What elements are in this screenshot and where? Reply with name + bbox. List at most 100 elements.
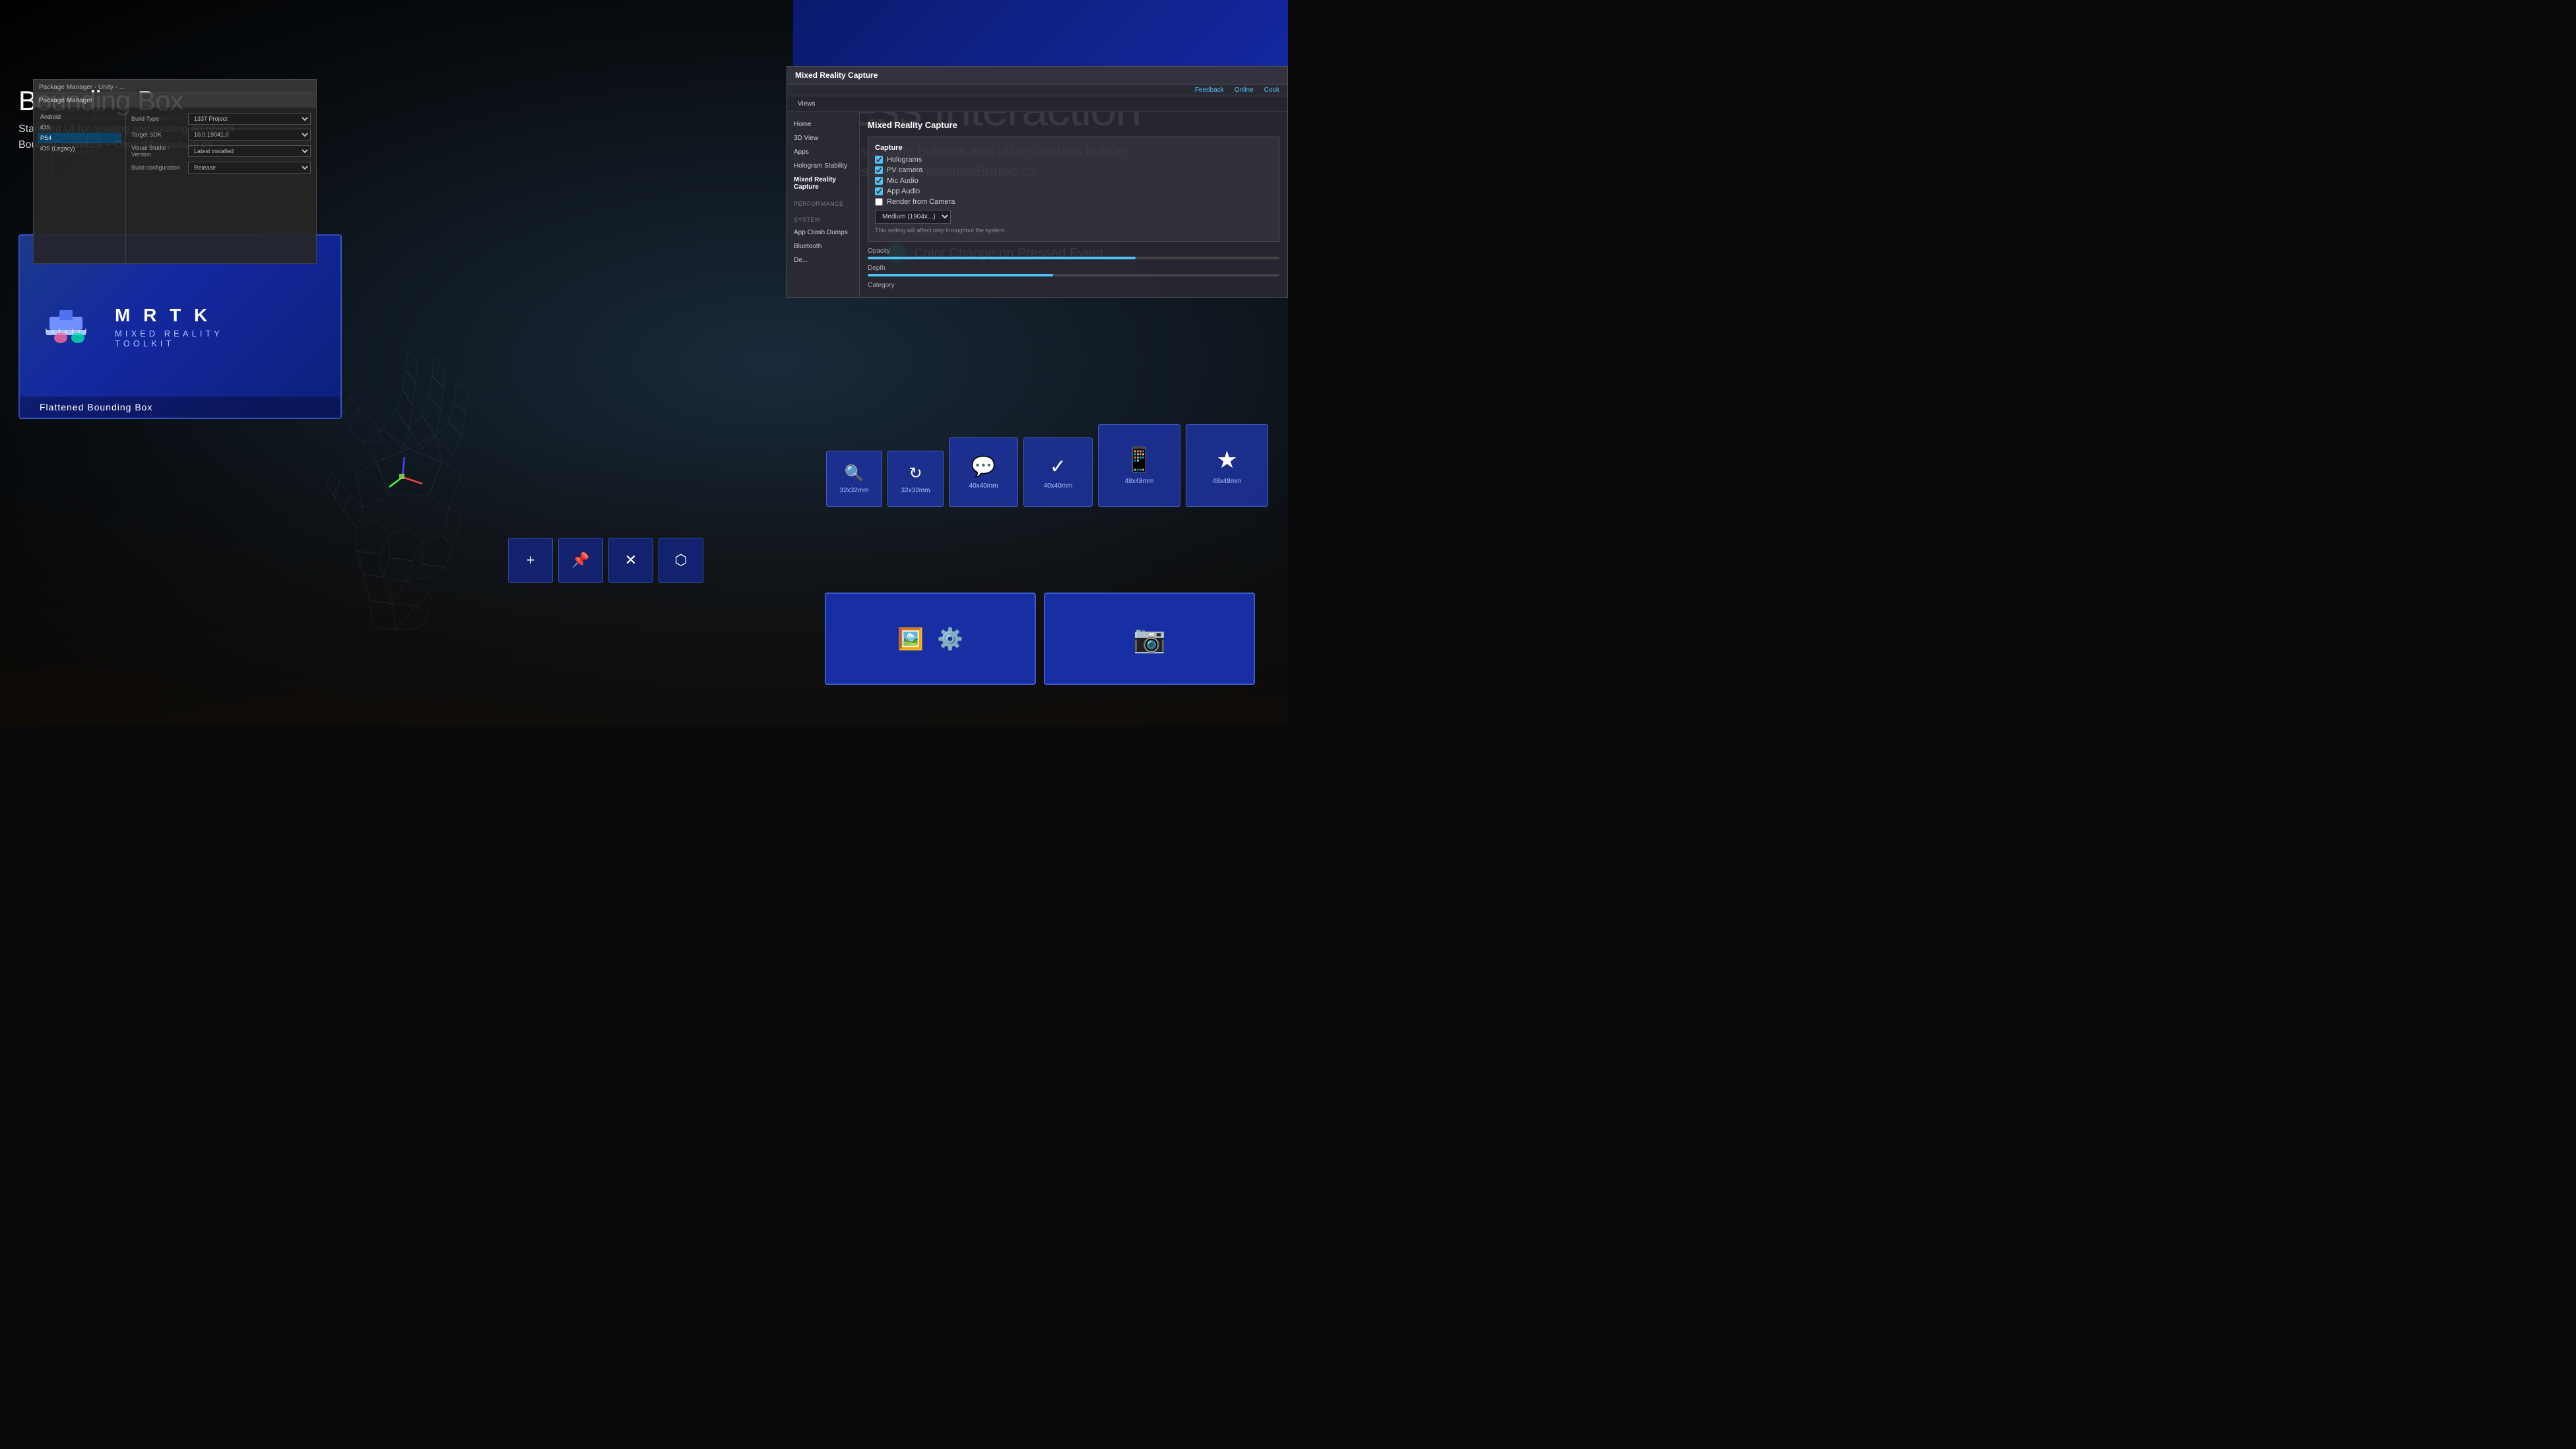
nav-group-system: System xyxy=(787,214,859,226)
pkg-vs-row: Visual Studio Version Latest installed xyxy=(131,145,311,158)
depth-slider-fill xyxy=(868,274,1053,276)
holograms-row: Holograms xyxy=(875,156,1272,164)
render-camera-checkbox[interactable] xyxy=(875,198,883,206)
holograms-label: Holograms xyxy=(887,156,922,164)
mr-button-check-40[interactable]: ✓ 40x40mm xyxy=(1023,437,1093,507)
mrc-feedback-bar: Feedback Online Cook xyxy=(787,84,1287,96)
pkg-item-android[interactable]: Android xyxy=(38,112,121,122)
pkg-content: Android iOS PS4 iOS (Legacy) Build Type … xyxy=(34,108,316,263)
app-audio-checkbox[interactable] xyxy=(875,187,883,195)
mr-button-phone-48[interactable]: 📱 48x48mm xyxy=(1098,424,1180,507)
check-label: 40x40mm xyxy=(1044,482,1073,490)
pkg-vs-dropdown[interactable]: Latest installed xyxy=(188,145,311,157)
pv-camera-checkbox[interactable] xyxy=(875,166,883,174)
refresh-label: 32x32mm xyxy=(901,487,930,494)
object-icon: ⬡ xyxy=(674,552,687,569)
pkg-vs-label: Visual Studio Version xyxy=(131,145,184,158)
resolution-row: Medium (1904x...) xyxy=(875,210,1272,224)
toolbar-pin-btn[interactable]: 📌 xyxy=(558,538,603,583)
pv-camera-label: PV camera xyxy=(887,166,922,174)
search-label: 32x32mm xyxy=(840,487,869,494)
render-camera-label: Render from Camera xyxy=(887,198,955,206)
mrc-panel: Mixed Reality Capture Feedback Online Co… xyxy=(787,66,1288,298)
mrtk-title: M R T K xyxy=(115,305,223,326)
toolbar-close-btn[interactable]: ✕ xyxy=(608,538,653,583)
slider-label-2: Depth xyxy=(868,265,1279,272)
phone-icon: 📱 xyxy=(1124,446,1154,474)
mr-button-chat-40[interactable]: 💬 40x40mm xyxy=(949,437,1018,507)
online-label: Online xyxy=(1235,86,1254,94)
mrtk-subtitle-line2: TOOLKIT xyxy=(115,338,223,348)
pkg-right-panel: Build Type 1337 Project Target SDK 10.0.… xyxy=(126,108,316,263)
category-label: Category xyxy=(868,282,1279,289)
mrtk-logo-icon xyxy=(40,297,99,356)
feedback-link[interactable]: Feedback xyxy=(1195,86,1224,94)
opacity-slider-fill xyxy=(868,257,1136,259)
mrc-description: This setting will affect only throughout… xyxy=(875,226,1272,235)
app-audio-row: App Audio xyxy=(875,187,1272,195)
pkg-build-config-row: Build configuration Release xyxy=(131,162,311,174)
depth-slider-track xyxy=(868,274,1279,276)
nav-views[interactable]: Views xyxy=(795,99,818,109)
nav-device[interactable]: De... xyxy=(787,253,859,267)
check-icon: ✓ xyxy=(1050,455,1066,478)
cook-link: Cook xyxy=(1264,86,1279,94)
pkg-title-text: Package Manager xyxy=(39,97,92,104)
mic-audio-row: Mic Audio xyxy=(875,177,1272,185)
mrc-nav-bar: Views xyxy=(787,96,1287,112)
pkg-target-dropdown[interactable]: 10.0.19041.0 xyxy=(188,129,311,141)
bottom-btn-capture[interactable]: 📷 xyxy=(1044,593,1255,685)
pkg-config-label: Build configuration xyxy=(131,164,184,171)
capture-header: Capture xyxy=(875,144,1272,152)
search-icon: 🔍 xyxy=(845,464,864,483)
gear-icon: ⚙️ xyxy=(937,626,963,651)
mrtk-subtitle-line1: MIXED REALITY xyxy=(115,329,223,338)
pkg-target-row: Target SDK 10.0.19041.0 xyxy=(131,129,311,141)
pin-icon: 📌 xyxy=(571,552,589,569)
mrc-capture-box: Capture Holograms PV camera Mic Audio Ap… xyxy=(868,137,1279,242)
pkg-item-ios2[interactable]: iOS (Legacy) xyxy=(38,143,121,154)
mic-audio-checkbox[interactable] xyxy=(875,177,883,185)
pkg-build-label: Build Type xyxy=(131,115,184,122)
star-icon: ★ xyxy=(1216,446,1237,474)
resolution-dropdown[interactable]: Medium (1904x...) xyxy=(875,210,951,224)
pkg-item-ios[interactable]: iOS xyxy=(38,122,121,133)
browser-top-bar xyxy=(793,0,1288,66)
nav-mrc[interactable]: Mixed Reality Capture xyxy=(787,173,859,194)
pkg-build-type-row: Build Type 1337 Project xyxy=(131,113,311,125)
holograms-checkbox[interactable] xyxy=(875,156,883,164)
mrc-section-header: Mixed Reality Capture xyxy=(868,120,1279,130)
close-icon: ✕ xyxy=(625,552,637,569)
mr-button-grid: 🔍 32x32mm ↻ 32x32mm 💬 40x40mm ✓ 40x40mm … xyxy=(826,424,1268,507)
nav-group-performance: Performance xyxy=(787,198,859,210)
bottom-btn-settings[interactable]: 🖼️ ⚙️ xyxy=(825,593,1036,685)
toolbar-object-btn[interactable]: ⬡ xyxy=(659,538,703,583)
nav-3d-view[interactable]: 3D View xyxy=(787,131,859,145)
camera-icon: 📷 xyxy=(1133,624,1166,655)
mrc-right-panel: Mixed Reality Capture Capture Holograms … xyxy=(860,112,1287,297)
mrc-title-text: Mixed Reality Capture xyxy=(795,71,878,80)
mrc-titlebar: Mixed Reality Capture xyxy=(787,67,1287,84)
nav-apps[interactable]: Apps xyxy=(787,145,859,159)
package-manager-panel: Package Manager Android iOS PS4 iOS (Leg… xyxy=(33,92,317,264)
nav-bluetooth[interactable]: Bluetooth xyxy=(787,240,859,253)
mr-button-star-48[interactable]: ★ 48x48mm xyxy=(1186,424,1268,507)
render-camera-row: Render from Camera xyxy=(875,198,1272,206)
mrc-left-nav: Home 3D View Apps Hologram Stability Mix… xyxy=(787,112,860,297)
refresh-icon: ↻ xyxy=(909,464,922,483)
pkg-config-dropdown[interactable]: Release xyxy=(188,162,311,174)
nav-home[interactable]: Home xyxy=(787,117,859,131)
nav-app-crash-dumps[interactable]: App Crash Dumps xyxy=(787,226,859,240)
pkg-item-ps4[interactable]: PS4 xyxy=(38,133,121,143)
nav-hologram-stability[interactable]: Hologram Stability xyxy=(787,159,859,173)
pkg-titlebar: Package Manager xyxy=(34,93,316,108)
gallery-icon: 🖼️ xyxy=(897,626,924,651)
hand-mesh xyxy=(277,198,541,660)
pkg-build-dropdown[interactable]: 1337 Project xyxy=(188,113,311,125)
app-audio-label: App Audio xyxy=(887,187,920,195)
mr-button-refresh-32[interactable]: ↻ 32x32mm xyxy=(887,451,944,507)
slider-label: Opacity xyxy=(868,247,1279,255)
opacity-slider-track xyxy=(868,257,1279,259)
mr-button-search-32[interactable]: 🔍 32x32mm xyxy=(826,451,882,507)
mrtk-text-block: M R T K MIXED REALITY TOOLKIT xyxy=(115,305,223,348)
